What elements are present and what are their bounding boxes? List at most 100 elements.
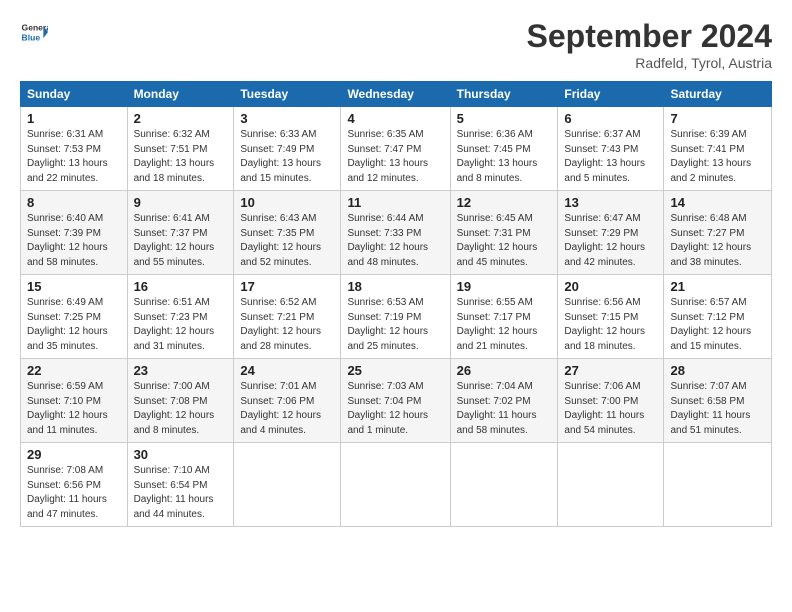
week-row-1: 1Sunrise: 6:31 AMSunset: 7:53 PMDaylight… [21, 107, 772, 191]
calendar-cell: 8 Sunrise: 6:40 AMSunset: 7:39 PMDaylight… [21, 191, 128, 275]
day-number: 8 [27, 195, 121, 210]
calendar-cell: 23 Sunrise: 7:00 AMSunset: 7:08 PMDayligh… [127, 359, 234, 443]
day-number: 5 [457, 111, 552, 126]
day-info: Sunrise: 7:00 AMSunset: 7:08 PMDaylight:… [134, 380, 228, 438]
week-row-5: 29Sunrise: 7:08 AMSunset: 6:56 PMDayligh… [21, 443, 772, 527]
calendar-cell [664, 443, 772, 527]
calendar-cell: 17 Sunrise: 6:52 AMSunset: 7:21 PMDayligh… [234, 275, 341, 359]
day-number: 28 [670, 363, 765, 378]
day-number: 27 [564, 363, 657, 378]
col-tuesday: Tuesday [234, 82, 341, 107]
day-number: 3 [240, 111, 334, 126]
calendar-cell: 14 Sunrise: 6:48 AMSunset: 7:27 PMDayligh… [664, 191, 772, 275]
day-info: Sunrise: 6:47 AMSunset: 7:29 PMDaylight:… [564, 212, 657, 270]
col-sunday: Sunday [21, 82, 128, 107]
day-number: 6 [564, 111, 657, 126]
calendar-table: Sunday Monday Tuesday Wednesday Thursday… [20, 81, 772, 527]
calendar-cell: 6 Sunrise: 6:37 AMSunset: 7:43 PMDaylight… [558, 107, 664, 191]
calendar-cell: 27 Sunrise: 7:06 AMSunset: 7:00 PMDayligh… [558, 359, 664, 443]
day-number: 18 [347, 279, 443, 294]
day-info: Sunrise: 6:44 AMSunset: 7:33 PMDaylight:… [347, 212, 443, 270]
day-info: Sunrise: 7:03 AMSunset: 7:04 PMDaylight:… [347, 380, 443, 438]
calendar-cell: 4Sunrise: 6:35 AMSunset: 7:47 PMDaylight… [341, 107, 450, 191]
day-info: Sunrise: 6:43 AMSunset: 7:35 PMDaylight:… [240, 212, 334, 270]
day-number: 23 [134, 363, 228, 378]
day-info: Sunrise: 6:49 AMSunset: 7:25 PMDaylight:… [27, 296, 121, 354]
day-info: Sunrise: 6:51 AMSunset: 7:23 PMDaylight:… [134, 296, 228, 354]
day-info: Sunrise: 7:10 AMSunset: 6:54 PMDaylight:… [134, 464, 228, 522]
day-number: 14 [670, 195, 765, 210]
calendar-cell: 9Sunrise: 6:41 AMSunset: 7:37 PMDaylight… [127, 191, 234, 275]
day-info: Sunrise: 6:36 AMSunset: 7:45 PMDaylight:… [457, 128, 552, 186]
day-info: Sunrise: 6:39 AMSunset: 7:41 PMDaylight:… [670, 128, 765, 186]
day-number: 17 [240, 279, 334, 294]
header: General Blue September 2024 Radfeld, Tyr… [20, 18, 772, 71]
day-info: Sunrise: 7:04 AMSunset: 7:02 PMDaylight:… [457, 380, 552, 438]
day-number: 13 [564, 195, 657, 210]
header-row: Sunday Monday Tuesday Wednesday Thursday… [21, 82, 772, 107]
calendar-cell: 13 Sunrise: 6:47 AMSunset: 7:29 PMDayligh… [558, 191, 664, 275]
calendar-cell: 11 Sunrise: 6:44 AMSunset: 7:33 PMDayligh… [341, 191, 450, 275]
day-info: Sunrise: 6:57 AMSunset: 7:12 PMDaylight:… [670, 296, 765, 354]
location: Radfeld, Tyrol, Austria [527, 55, 772, 71]
calendar-cell [558, 443, 664, 527]
col-thursday: Thursday [450, 82, 558, 107]
day-number: 2 [134, 111, 228, 126]
logo-icon: General Blue [20, 18, 48, 46]
day-info: Sunrise: 6:33 AMSunset: 7:49 PMDaylight:… [240, 128, 334, 186]
month-title: September 2024 [527, 18, 772, 55]
day-info: Sunrise: 6:37 AMSunset: 7:43 PMDaylight:… [564, 128, 657, 186]
col-monday: Monday [127, 82, 234, 107]
calendar-cell: 2Sunrise: 6:32 AMSunset: 7:51 PMDaylight… [127, 107, 234, 191]
day-number: 11 [347, 195, 443, 210]
svg-text:Blue: Blue [22, 33, 41, 43]
day-info: Sunrise: 6:52 AMSunset: 7:21 PMDaylight:… [240, 296, 334, 354]
day-number: 16 [134, 279, 228, 294]
calendar-body: 1Sunrise: 6:31 AMSunset: 7:53 PMDaylight… [21, 107, 772, 527]
calendar-cell: 1Sunrise: 6:31 AMSunset: 7:53 PMDaylight… [21, 107, 128, 191]
day-info: Sunrise: 6:35 AMSunset: 7:47 PMDaylight:… [347, 128, 443, 186]
day-number: 30 [134, 447, 228, 462]
day-number: 26 [457, 363, 552, 378]
week-row-2: 8 Sunrise: 6:40 AMSunset: 7:39 PMDaylight… [21, 191, 772, 275]
calendar-cell: 24 Sunrise: 7:01 AMSunset: 7:06 PMDayligh… [234, 359, 341, 443]
day-info: Sunrise: 6:40 AMSunset: 7:39 PMDaylight:… [27, 212, 121, 270]
day-number: 7 [670, 111, 765, 126]
logo: General Blue [20, 18, 48, 46]
day-info: Sunrise: 6:55 AMSunset: 7:17 PMDaylight:… [457, 296, 552, 354]
week-row-4: 22 Sunrise: 6:59 AMSunset: 7:10 PMDayligh… [21, 359, 772, 443]
calendar-cell: 29Sunrise: 7:08 AMSunset: 6:56 PMDayligh… [21, 443, 128, 527]
page: General Blue September 2024 Radfeld, Tyr… [0, 0, 792, 537]
calendar-cell: 30 Sunrise: 7:10 AMSunset: 6:54 PMDayligh… [127, 443, 234, 527]
calendar-cell: 25Sunrise: 7:03 AMSunset: 7:04 PMDayligh… [341, 359, 450, 443]
calendar-cell: 3 Sunrise: 6:33 AMSunset: 7:49 PMDaylight… [234, 107, 341, 191]
calendar-cell: 19Sunrise: 6:55 AMSunset: 7:17 PMDayligh… [450, 275, 558, 359]
day-info: Sunrise: 6:45 AMSunset: 7:31 PMDaylight:… [457, 212, 552, 270]
day-number: 9 [134, 195, 228, 210]
calendar-cell: 26 Sunrise: 7:04 AMSunset: 7:02 PMDayligh… [450, 359, 558, 443]
calendar-cell: 7 Sunrise: 6:39 AMSunset: 7:41 PMDaylight… [664, 107, 772, 191]
day-number: 24 [240, 363, 334, 378]
col-friday: Friday [558, 82, 664, 107]
day-number: 20 [564, 279, 657, 294]
calendar-cell: 21Sunrise: 6:57 AMSunset: 7:12 PMDayligh… [664, 275, 772, 359]
calendar-cell: 15 Sunrise: 6:49 AMSunset: 7:25 PMDayligh… [21, 275, 128, 359]
day-info: Sunrise: 7:06 AMSunset: 7:00 PMDaylight:… [564, 380, 657, 438]
week-row-3: 15 Sunrise: 6:49 AMSunset: 7:25 PMDayligh… [21, 275, 772, 359]
calendar-cell: 20 Sunrise: 6:56 AMSunset: 7:15 PMDayligh… [558, 275, 664, 359]
day-info: Sunrise: 6:56 AMSunset: 7:15 PMDaylight:… [564, 296, 657, 354]
title-block: September 2024 Radfeld, Tyrol, Austria [527, 18, 772, 71]
calendar-cell: 12Sunrise: 6:45 AMSunset: 7:31 PMDayligh… [450, 191, 558, 275]
day-info: Sunrise: 7:01 AMSunset: 7:06 PMDaylight:… [240, 380, 334, 438]
calendar-cell: 22 Sunrise: 6:59 AMSunset: 7:10 PMDayligh… [21, 359, 128, 443]
calendar-cell [341, 443, 450, 527]
day-number: 15 [27, 279, 121, 294]
day-info: Sunrise: 6:48 AMSunset: 7:27 PMDaylight:… [670, 212, 765, 270]
col-saturday: Saturday [664, 82, 772, 107]
calendar-cell [234, 443, 341, 527]
day-number: 22 [27, 363, 121, 378]
day-info: Sunrise: 7:07 AMSunset: 6:58 PMDaylight:… [670, 380, 765, 438]
col-wednesday: Wednesday [341, 82, 450, 107]
day-info: Sunrise: 6:53 AMSunset: 7:19 PMDaylight:… [347, 296, 443, 354]
day-info: Sunrise: 6:59 AMSunset: 7:10 PMDaylight:… [27, 380, 121, 438]
